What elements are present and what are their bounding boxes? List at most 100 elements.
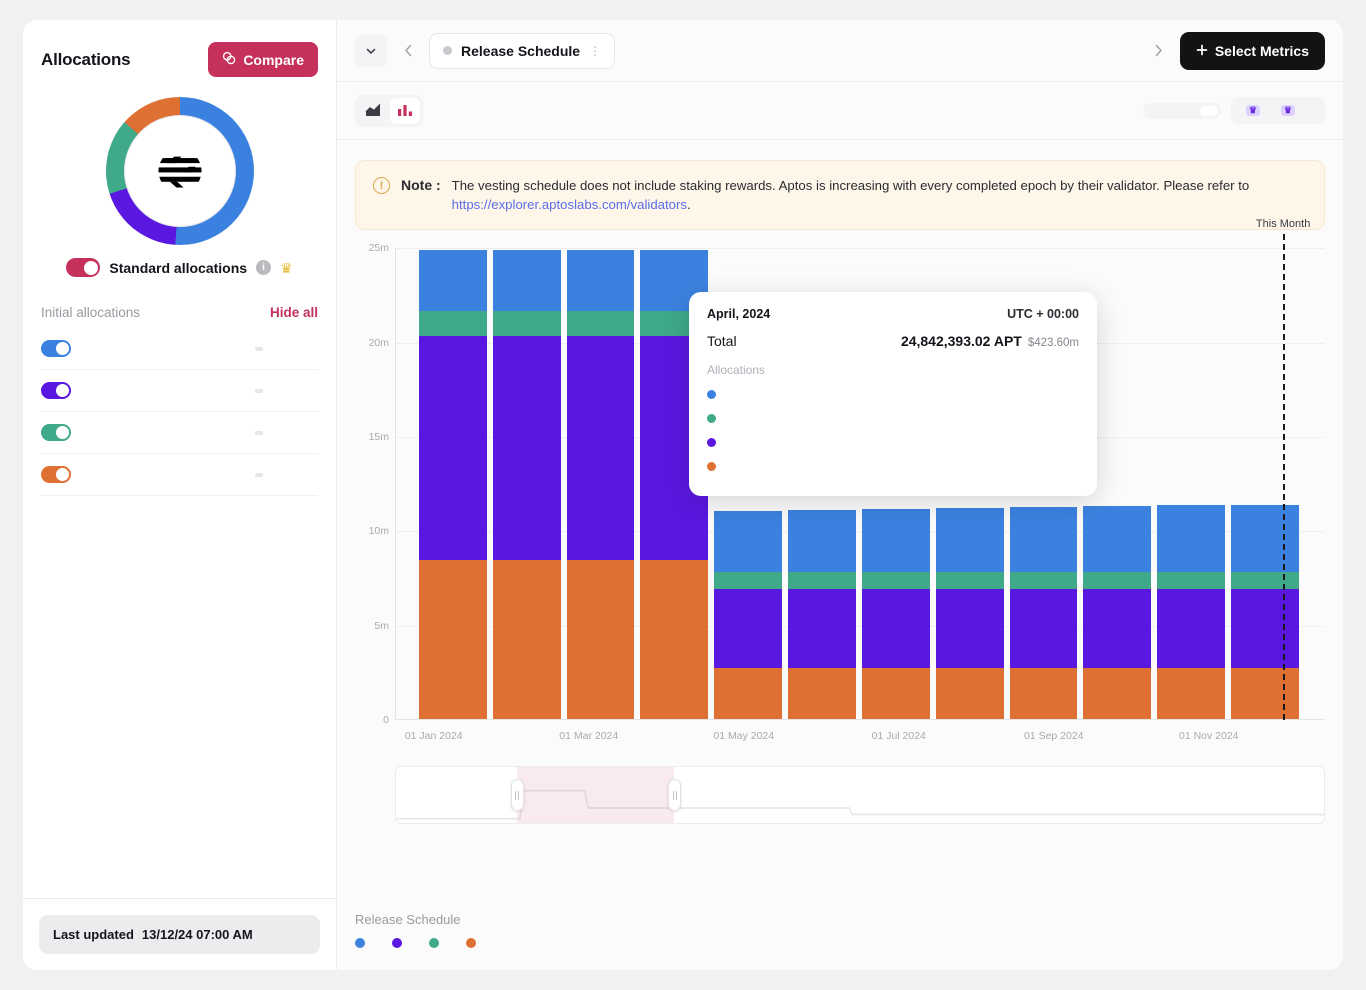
allocation-row xyxy=(41,370,318,412)
standard-allocations-row: Standard allocations i ♛ xyxy=(66,258,292,277)
legend-color-dot xyxy=(355,938,365,948)
note-key: Note : xyxy=(401,177,441,193)
legend-color-dot xyxy=(466,938,476,948)
last-updated-value: 13/12/24 07:00 AM xyxy=(142,927,253,942)
y-axis-tick: 15m xyxy=(369,431,389,443)
compare-button[interactable]: Compare xyxy=(208,42,318,77)
select-metrics-button[interactable]: Select Metrics xyxy=(1180,32,1325,70)
chevron-right-icon[interactable] xyxy=(1148,36,1170,66)
hide-all-button[interactable]: Hide all xyxy=(270,305,318,320)
allocation-toggle[interactable] xyxy=(41,424,71,441)
note-banner: ! Note : The vesting schedule does not i… xyxy=(355,160,1325,230)
chart-legend xyxy=(355,938,1325,948)
aptos-logo-icon xyxy=(157,148,203,194)
x-axis-tick: 01 May 2024 xyxy=(713,730,774,742)
bar-column[interactable] xyxy=(419,250,487,719)
bar-segment xyxy=(1010,572,1078,589)
kebab-menu-icon[interactable]: ⋮ xyxy=(589,45,601,57)
bar-segment xyxy=(936,589,1004,668)
initial-allocations-label: Initial allocations xyxy=(41,305,140,320)
x-axis-tick: 01 Mar 2024 xyxy=(559,730,618,742)
brush-handle-left[interactable] xyxy=(511,779,524,811)
premium-crown-icon: ♛ xyxy=(1246,105,1260,116)
standard-allocations-toggle[interactable] xyxy=(66,258,100,277)
allocation-unit xyxy=(255,473,263,477)
bar-column[interactable] xyxy=(788,510,856,720)
info-icon[interactable]: i xyxy=(256,260,271,275)
area-chart-icon[interactable] xyxy=(358,98,388,124)
bar-segment xyxy=(936,508,1004,572)
bar-column[interactable] xyxy=(567,250,635,719)
legend-item[interactable] xyxy=(355,938,372,948)
range-button-w[interactable]: ♛ xyxy=(1269,100,1304,121)
y-axis: 05m10m15m20m25m xyxy=(355,248,389,720)
allocation-row xyxy=(41,412,318,454)
allocation-row xyxy=(41,328,318,370)
chevron-down-icon[interactable] xyxy=(355,35,387,67)
donut-center xyxy=(124,115,236,227)
range-button-1y[interactable] xyxy=(1182,106,1200,116)
tooltip-rows xyxy=(707,383,1079,479)
range-button-7d[interactable] xyxy=(1146,106,1164,116)
allocation-toggle[interactable] xyxy=(41,466,71,483)
bar-segment xyxy=(936,572,1004,589)
bar-segment xyxy=(862,572,930,589)
legend-item[interactable] xyxy=(429,938,446,948)
tab-release-schedule[interactable]: Release Schedule ⋮ xyxy=(429,33,615,69)
x-axis-tick: 01 Jan 2024 xyxy=(405,730,463,742)
compare-label: Compare xyxy=(243,52,304,68)
bar-segment xyxy=(493,311,561,336)
bar-column[interactable] xyxy=(1083,506,1151,719)
brush-selection[interactable] xyxy=(517,767,675,823)
note-text-before: The vesting schedule does not include st… xyxy=(452,178,1250,193)
allocation-row xyxy=(41,454,318,496)
bar-chart-icon[interactable] xyxy=(390,98,420,124)
bar-column[interactable] xyxy=(1231,505,1299,720)
bar-column[interactable] xyxy=(493,250,561,719)
legend-item[interactable] xyxy=(466,938,483,948)
range-button-m[interactable] xyxy=(1304,106,1322,116)
sidebar-footer: Last updated13/12/24 07:00 AM xyxy=(23,898,336,970)
legend-color-dot xyxy=(429,938,439,948)
allocation-unit xyxy=(255,347,263,351)
tooltip-section-label: Allocations xyxy=(707,363,1079,377)
bar-segment xyxy=(493,336,561,560)
range-brush[interactable] xyxy=(395,766,1325,824)
tooltip-header: April, 2024 UTC + 00:00 xyxy=(707,307,1079,321)
brush-handle-right[interactable] xyxy=(668,779,681,811)
crown-icon: ♛ xyxy=(280,261,293,275)
legend-title: Release Schedule xyxy=(355,912,1325,927)
bar-segment xyxy=(640,560,708,719)
tooltip-date: April, 2024 xyxy=(707,307,770,321)
range-button-d[interactable]: ♛ xyxy=(1234,100,1269,121)
range-button-all[interactable] xyxy=(1200,106,1218,116)
tab-label: Release Schedule xyxy=(461,43,580,59)
bar-segment xyxy=(567,250,635,311)
y-axis-tick: 5m xyxy=(374,620,389,632)
donut-ring xyxy=(106,97,254,245)
legend-item[interactable] xyxy=(392,938,409,948)
bar-column[interactable] xyxy=(936,508,1004,719)
bar-segment xyxy=(1083,668,1151,720)
bar-segment xyxy=(788,572,856,589)
bar-segment xyxy=(419,250,487,311)
validators-link[interactable]: https://explorer.aptoslabs.com/validator… xyxy=(452,197,687,212)
top-toolbar: Release Schedule ⋮ Select Metrics xyxy=(337,20,1343,82)
bar-column[interactable] xyxy=(714,511,782,720)
range-button-1m[interactable] xyxy=(1164,106,1182,116)
allocation-toggle[interactable] xyxy=(41,340,71,357)
tooltip-total-usd: $423.60m xyxy=(1028,337,1079,349)
bar-segment xyxy=(567,560,635,719)
allocation-toggle[interactable] xyxy=(41,382,71,399)
x-axis-tick: 01 Sep 2024 xyxy=(1024,730,1084,742)
bar-column[interactable] xyxy=(1157,505,1225,720)
bar-column[interactable] xyxy=(1010,507,1078,719)
status-dot-icon xyxy=(443,46,452,55)
bar-segment xyxy=(493,250,561,311)
info-circle-icon: ! xyxy=(373,177,390,194)
bar-segment xyxy=(419,336,487,560)
bar-segment xyxy=(1231,589,1299,668)
chart-type-group xyxy=(355,95,423,127)
bar-column[interactable] xyxy=(862,509,930,719)
chevron-left-icon[interactable] xyxy=(397,36,419,66)
